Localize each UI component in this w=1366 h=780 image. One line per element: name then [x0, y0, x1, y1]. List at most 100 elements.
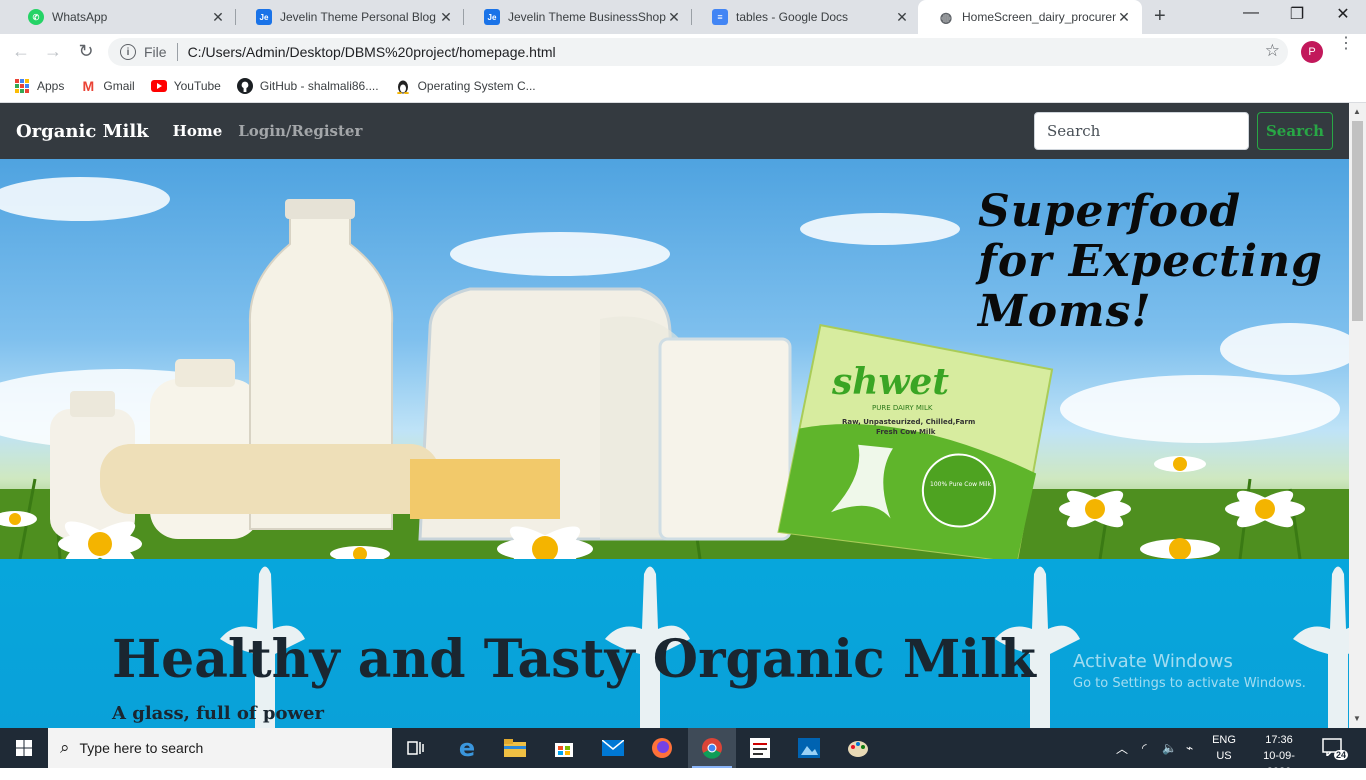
bookmark-apps[interactable]: Apps	[14, 78, 64, 94]
close-window-icon[interactable]: ✕	[1320, 4, 1366, 24]
site-search-input[interactable]	[1034, 112, 1249, 150]
bookmark-label: GitHub - shalmali86....	[259, 79, 379, 93]
site-navbar: Organic Milk Home Login/Register Search	[0, 103, 1349, 159]
clock-time: 17:36	[1265, 734, 1293, 746]
hero-caption-line-2: for Expecting	[978, 236, 1323, 287]
browser-tab-strip: ✆ WhatsApp ✕ Je Jevelin Theme Personal B…	[0, 0, 1366, 34]
photos-icon[interactable]	[785, 728, 833, 768]
tab-jevelin-personal-blog[interactable]: Je Jevelin Theme Personal Blog D ✕	[236, 0, 464, 34]
volume-icon[interactable]: 🔈	[1162, 728, 1177, 768]
jevelin-icon: Je	[484, 9, 500, 25]
youtube-icon	[150, 78, 167, 94]
language-code: ENG	[1212, 734, 1236, 746]
tab-title: Jevelin Theme Personal Blog D	[280, 10, 438, 24]
nav-home[interactable]: Home	[173, 122, 223, 140]
action-center-icon[interactable]: 24	[1322, 738, 1348, 760]
whatsapp-icon: ✆	[28, 9, 44, 25]
edge-icon[interactable]: e	[443, 728, 491, 768]
tab-title: HomeScreen_dairy_procureme	[962, 10, 1116, 24]
microsoft-store-icon[interactable]	[540, 728, 588, 768]
bookmark-label: Operating System C...	[417, 79, 536, 93]
notification-count: 24	[1333, 750, 1348, 760]
address-divider	[176, 43, 178, 61]
close-tab-icon[interactable]: ✕	[1116, 9, 1132, 26]
system-clock[interactable]: 17:36 10-09-2020	[1252, 732, 1306, 780]
scroll-down-icon[interactable]: ▼	[1353, 714, 1361, 723]
search-icon: ⌕	[60, 738, 70, 757]
taskbar-search-placeholder: Type here to search	[79, 740, 204, 756]
site-search-button[interactable]: Search	[1257, 112, 1333, 150]
jumbotron-heading: Healthy and Tasty Organic Milk	[112, 629, 1036, 690]
bookmark-operating-system[interactable]: Operating System C...	[395, 78, 536, 94]
page-viewport: Organic Milk Home Login/Register Search	[0, 103, 1349, 728]
jumbotron: Healthy and Tasty Organic Milk A glass, …	[0, 559, 1349, 728]
tab-title: tables - Google Docs	[736, 10, 849, 24]
address-bar[interactable]: i File C:/Users/Admin/Desktop/DBMS%20pro…	[108, 38, 1288, 66]
hero-caption: Superfood for Expecting Moms!	[978, 187, 1338, 337]
tab-whatsapp[interactable]: ✆ WhatsApp ✕	[8, 0, 236, 34]
gmail-icon: M	[82, 78, 95, 94]
restore-icon[interactable]: ❐	[1274, 4, 1320, 24]
language-region: US	[1216, 750, 1232, 762]
bookmark-youtube[interactable]: YouTube	[150, 78, 221, 94]
jumbotron-subheading: A glass, full of power	[112, 703, 324, 724]
activate-windows-watermark: Activate Windows Go to Settings to activ…	[1073, 651, 1306, 691]
hero-caption-line-3: Moms!	[978, 286, 1152, 337]
mail-icon[interactable]	[589, 728, 637, 768]
windows-taskbar: ⌕ Type here to search e ︿ ◜ 🔈 ⌁ ENG US 1…	[0, 728, 1366, 778]
file-explorer-icon[interactable]	[491, 728, 539, 768]
tab-title: Jevelin Theme BusinessShop D	[508, 10, 666, 24]
show-hidden-icons[interactable]: ︿	[1116, 728, 1128, 768]
close-tab-icon[interactable]: ✕	[210, 9, 226, 26]
google-docs-icon: ≡	[712, 9, 728, 25]
address-url[interactable]: C:/Users/Admin/Desktop/DBMS%20project/ho…	[188, 44, 556, 60]
scrollbar-thumb[interactable]	[1352, 121, 1363, 321]
bookmark-label: Gmail	[103, 79, 135, 93]
reload-icon[interactable]: ↻	[75, 41, 97, 62]
app-icon[interactable]	[736, 728, 784, 768]
network-icon[interactable]: ◜	[1142, 728, 1147, 768]
minimize-icon[interactable]: —	[1228, 4, 1274, 22]
chrome-icon[interactable]	[688, 728, 736, 768]
new-tab-button[interactable]: +	[1154, 5, 1166, 28]
nav-login-register[interactable]: Login/Register	[238, 122, 362, 140]
task-view-icon[interactable]	[392, 728, 440, 768]
site-info-icon[interactable]: i	[120, 44, 136, 60]
hero-banner: shwet PURE DAIRY MILK Raw, Unpasteurized…	[0, 159, 1349, 559]
forward-icon[interactable]: →	[42, 41, 64, 62]
scroll-up-icon[interactable]: ▲	[1353, 107, 1361, 116]
bookmark-github[interactable]: GitHub - shalmali86....	[236, 78, 379, 94]
address-scheme: File	[144, 44, 167, 60]
tab-title: WhatsApp	[52, 10, 108, 24]
close-tab-icon[interactable]: ✕	[894, 9, 910, 26]
page-scrollbar[interactable]: ▲ ▼	[1349, 103, 1366, 728]
bookmark-star-icon[interactable]: ☆	[1265, 41, 1280, 61]
battery-plug-icon[interactable]: ⌁	[1186, 728, 1193, 768]
bookmark-label: YouTube	[173, 79, 221, 93]
firefox-icon[interactable]	[638, 728, 686, 768]
language-indicator[interactable]: ENG US	[1208, 732, 1240, 764]
taskbar-search[interactable]: ⌕ Type here to search	[48, 728, 392, 768]
pack-subtitle: PURE DAIRY MILK	[872, 404, 933, 412]
github-icon	[236, 78, 253, 94]
bookmark-label: Apps	[37, 79, 65, 93]
start-button[interactable]	[0, 728, 48, 768]
bookmarks-bar: Apps M Gmail YouTube GitHub - shalmali86…	[0, 70, 1366, 103]
profile-avatar[interactable]: P	[1301, 41, 1323, 63]
watermark-line-1: Activate Windows	[1073, 651, 1233, 672]
watermark-line-2: Go to Settings to activate Windows.	[1073, 676, 1306, 691]
paint-icon[interactable]	[834, 728, 882, 768]
bookmark-gmail[interactable]: M Gmail	[80, 78, 135, 94]
browser-menu-icon[interactable]: ⋮	[1338, 36, 1354, 52]
hero-caption-line-1: Superfood	[978, 186, 1242, 237]
pack-desc-line-2: Fresh Cow Milk	[876, 428, 936, 436]
tab-homescreen-active[interactable]: ◍ HomeScreen_dairy_procureme ✕	[918, 0, 1142, 34]
tab-jevelin-businessshop[interactable]: Je Jevelin Theme BusinessShop D ✕	[464, 0, 692, 34]
close-tab-icon[interactable]: ✕	[438, 9, 454, 26]
jevelin-icon: Je	[256, 9, 272, 25]
pack-badge: 100% Pure Cow Milk	[930, 481, 991, 488]
site-brand[interactable]: Organic Milk	[16, 121, 149, 142]
back-icon[interactable]: ←	[10, 41, 32, 62]
close-tab-icon[interactable]: ✕	[666, 9, 682, 26]
tab-google-docs-tables[interactable]: ≡ tables - Google Docs ✕	[692, 0, 920, 34]
